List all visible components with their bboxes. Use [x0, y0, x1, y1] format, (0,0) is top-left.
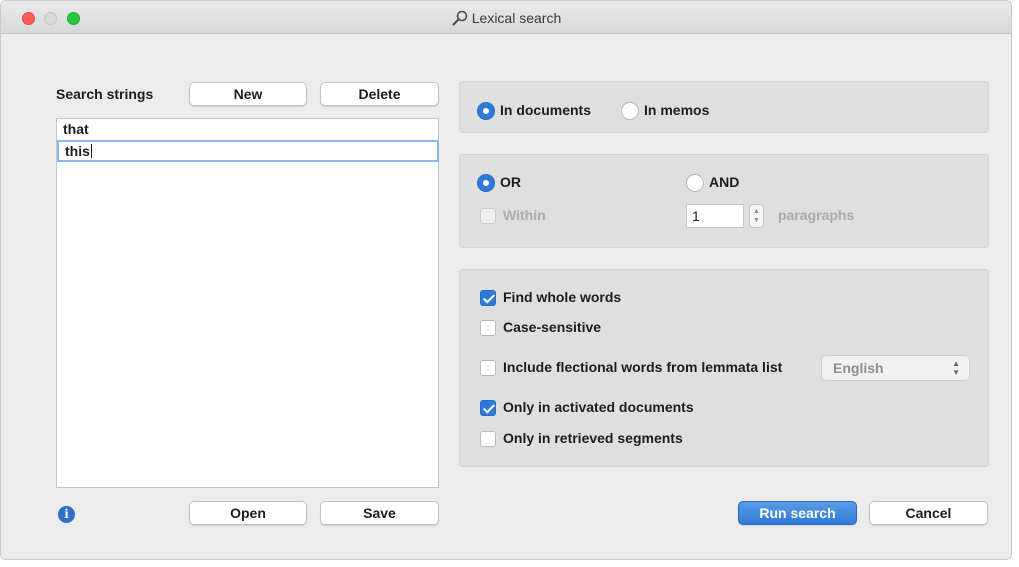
within-paragraphs-stepper[interactable]: ▲ ▼ [749, 204, 764, 228]
lexical-search-window: Lexical search Search strings New Delete… [0, 0, 1012, 560]
and-radio[interactable] [686, 174, 704, 192]
lemmata-language-value: English [833, 360, 884, 376]
and-label: AND [709, 174, 740, 190]
only-retrieved-label: Only in retrieved segments [503, 430, 683, 446]
search-strings-list[interactable]: that this [56, 118, 439, 488]
or-radio[interactable] [477, 174, 495, 192]
lemmata-language-select[interactable]: English ▲ ▼ [821, 355, 970, 381]
cancel-button[interactable]: Cancel [869, 501, 988, 525]
only-activated-checkbox[interactable] [480, 400, 496, 416]
within-paragraphs-field[interactable]: 1 [686, 204, 744, 228]
open-button[interactable]: Open [189, 501, 307, 525]
in-memos-radio[interactable] [621, 102, 639, 120]
paragraphs-label: paragraphs [778, 207, 855, 223]
new-button[interactable]: New [189, 82, 307, 106]
in-memos-label: In memos [644, 102, 710, 118]
delete-button[interactable]: Delete [320, 82, 439, 106]
case-sensitive-label: Case-sensitive [503, 319, 602, 335]
run-search-button[interactable]: Run search [738, 501, 857, 525]
logic-panel [459, 154, 989, 248]
in-documents-radio[interactable] [477, 102, 495, 120]
include-flectional-checkbox[interactable] [480, 360, 496, 376]
in-documents-label: In documents [500, 102, 592, 118]
stepper-up-icon: ▲ [753, 208, 760, 215]
list-item[interactable]: that [57, 119, 438, 141]
find-whole-words-checkbox[interactable] [480, 290, 496, 306]
magnifier-icon [451, 10, 469, 26]
window-title: Lexical search [1, 10, 1011, 26]
window-title-text: Lexical search [471, 10, 562, 26]
only-retrieved-checkbox[interactable] [480, 431, 496, 447]
list-item-text: this [65, 143, 90, 159]
chevron-updown-icon: ▲ ▼ [952, 359, 960, 377]
within-label: Within [503, 207, 546, 223]
info-icon[interactable]: i [58, 506, 75, 523]
search-strings-label: Search strings [56, 86, 154, 102]
within-checkbox[interactable] [480, 208, 496, 224]
stepper-down-icon: ▼ [753, 217, 760, 224]
list-item-editing[interactable]: this [57, 140, 439, 162]
only-activated-label: Only in activated documents [503, 399, 694, 415]
text-caret [90, 144, 92, 158]
save-button[interactable]: Save [320, 501, 439, 525]
title-bar: Lexical search [1, 1, 1011, 34]
case-sensitive-checkbox[interactable] [480, 320, 496, 336]
find-whole-words-label: Find whole words [503, 289, 622, 305]
or-label: OR [500, 174, 521, 190]
include-flectional-label: Include flectional words from lemmata li… [503, 359, 783, 375]
